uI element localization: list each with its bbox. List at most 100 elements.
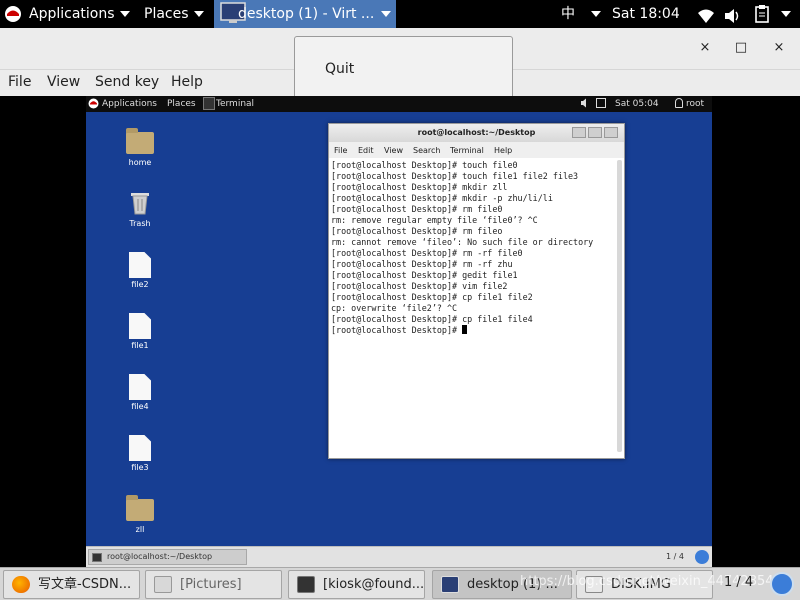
terminal-prompt: [root@localhost Desktop]# xyxy=(331,325,463,335)
input-method-label: 中 xyxy=(561,6,575,22)
system-menu-dropdown[interactable] xyxy=(776,0,791,28)
host-applications-label: Applications xyxy=(29,6,115,22)
terminal-icon xyxy=(297,576,315,593)
terminal-line: [root@localhost Desktop]# rm fileo xyxy=(331,226,503,236)
desktop-icon-label: file3 xyxy=(131,463,149,472)
desktop-icon-zll[interactable]: zll xyxy=(110,491,170,537)
terminal-window-buttons xyxy=(572,127,620,138)
menu-send-key[interactable]: Send key xyxy=(95,74,159,90)
terminal-prompt-line: [root@localhost Desktop]# xyxy=(331,325,614,336)
terminal-icon xyxy=(203,97,215,110)
desktop-icon-file4[interactable]: file4 xyxy=(110,368,170,414)
host-active-task-label: desktop (1) - Virt ... xyxy=(238,6,375,22)
minimize-button[interactable]: × xyxy=(698,40,712,55)
terminal-menu-view[interactable]: View xyxy=(384,146,403,155)
host-workspace-indicator[interactable]: 1 / 4 xyxy=(724,575,753,590)
guest-clock[interactable]: Sat 05:04 xyxy=(615,99,659,109)
host-places-label: Places xyxy=(144,6,189,22)
terminal-line: [root@localhost Desktop]# cp file1 file4 xyxy=(331,314,533,324)
terminal-menu-file[interactable]: File xyxy=(334,146,347,155)
notification-icon[interactable] xyxy=(695,550,709,564)
desktop-icon-home[interactable]: home xyxy=(110,124,170,170)
terminal-line: [root@localhost Desktop]# rm file0 xyxy=(331,204,503,214)
host-top-panel: Applications Places desktop (1) - Virt .… xyxy=(0,0,800,28)
clipboard-icon[interactable] xyxy=(754,5,770,23)
terminal-menu-help[interactable]: Help xyxy=(494,146,512,155)
guest-terminal-task-button[interactable]: root@localhost:~/Desktop xyxy=(88,549,247,565)
chevron-down-icon xyxy=(119,11,130,17)
terminal-maximize-button[interactable] xyxy=(588,127,602,138)
wifi-icon[interactable] xyxy=(697,6,715,23)
folder-icon xyxy=(126,495,154,521)
home-folder-icon xyxy=(126,128,154,154)
quit-popup-menu: Quit xyxy=(294,36,513,99)
menu-help[interactable]: Help xyxy=(171,74,203,90)
terminal-menu-terminal[interactable]: Terminal xyxy=(450,146,484,155)
file-icon xyxy=(129,435,151,461)
input-method-dropdown[interactable] xyxy=(586,0,601,28)
terminal-scrollbar[interactable] xyxy=(617,160,622,452)
guest-places-menu[interactable]: Places xyxy=(167,99,196,109)
terminal-menu-search[interactable]: Search xyxy=(413,146,440,155)
terminal-title: root@localhost:~/Desktop xyxy=(417,128,536,137)
terminal-line: [root@localhost Desktop]# touch file0 xyxy=(331,160,518,170)
desktop-icon-file3[interactable]: file3 xyxy=(110,429,170,475)
terminal-line: [root@localhost Desktop]# cp file1 file2 xyxy=(331,292,533,302)
desktop-icon-file2[interactable]: file2 xyxy=(110,246,170,292)
guest-user-menu[interactable]: root xyxy=(686,99,704,109)
input-method-indicator[interactable]: 中 xyxy=(561,0,575,28)
volume-icon[interactable] xyxy=(580,98,590,111)
host-places-menu[interactable]: Places xyxy=(144,0,204,28)
desktop-icon-label: zll xyxy=(135,525,145,534)
volume-icon[interactable] xyxy=(724,6,742,23)
close-button[interactable]: × xyxy=(772,40,786,55)
terminal-line: [root@localhost Desktop]# rm -rf file0 xyxy=(331,248,523,258)
guest-display[interactable]: Applications Places Terminal Sat 05:04 r… xyxy=(86,96,712,567)
desktop-icon-trash[interactable]: Trash xyxy=(110,185,170,231)
terminal-output[interactable]: [root@localhost Desktop]# touch file0 [ro… xyxy=(331,160,614,455)
file-icon xyxy=(129,313,151,339)
terminal-line: [root@localhost Desktop]# mkdir zll xyxy=(331,182,508,192)
quit-menu-item[interactable]: Quit xyxy=(325,61,354,77)
menu-file[interactable]: File xyxy=(8,74,31,90)
host-applications-menu[interactable]: Applications xyxy=(29,0,130,28)
desktop-icon-file1[interactable]: file1 xyxy=(110,307,170,353)
menu-view[interactable]: View xyxy=(47,74,80,90)
host-active-task-button[interactable]: desktop (1) - Virt ... xyxy=(214,0,396,28)
terminal-line: [root@localhost Desktop]# mkdir -p zhu/l… xyxy=(331,193,553,203)
terminal-window[interactable]: root@localhost:~/Desktop File Edit View … xyxy=(328,123,625,459)
terminal-titlebar[interactable]: root@localhost:~/Desktop xyxy=(329,124,624,142)
trash-icon xyxy=(130,190,150,217)
maximize-button[interactable]: □ xyxy=(734,40,748,55)
terminal-line: rm: remove regular empty file ‘file0’? ^… xyxy=(331,215,538,225)
user-icon xyxy=(675,98,683,108)
terminal-menu-edit[interactable]: Edit xyxy=(358,146,374,155)
desktop-icon-label: home xyxy=(128,158,152,167)
notification-icon[interactable] xyxy=(770,572,794,596)
host-clock[interactable]: Sat 18:04 xyxy=(612,0,680,28)
guest-applications-menu[interactable]: Applications xyxy=(102,99,157,109)
terminal-menubar: File Edit View Search Terminal Help xyxy=(329,142,624,158)
taskbar-item-pictures[interactable]: [Pictures] xyxy=(145,570,282,599)
desktop-icon-label: file1 xyxy=(131,341,149,350)
folder-icon xyxy=(154,576,172,593)
guest-task-label: root@localhost:~/Desktop xyxy=(107,552,213,561)
taskbar-item-label: [Pictures] xyxy=(180,577,242,592)
terminal-close-button[interactable] xyxy=(604,127,618,138)
host-taskbar: 写文章-CSDN... [Pictures] [kiosk@found... d… xyxy=(0,567,800,600)
chevron-down-icon xyxy=(781,11,791,17)
guest-bottom-panel: root@localhost:~/Desktop 1 / 4 xyxy=(86,546,712,567)
terminal-line: [root@localhost Desktop]# rm -rf zhu xyxy=(331,259,513,269)
network-icon[interactable] xyxy=(596,98,606,108)
guest-workspace-indicator[interactable]: 1 / 4 xyxy=(666,552,684,561)
guest-terminal-task[interactable]: Terminal xyxy=(216,99,254,109)
terminal-minimize-button[interactable] xyxy=(572,127,586,138)
redhat-logo-icon xyxy=(4,5,22,23)
file-icon xyxy=(129,374,151,400)
taskbar-item-terminal[interactable]: [kiosk@found... xyxy=(288,570,425,599)
chevron-down-icon xyxy=(193,11,204,17)
taskbar-item-label: 写文章-CSDN... xyxy=(38,577,132,592)
terminal-line: cp: overwrite ‘file2’? ^C xyxy=(331,303,458,313)
terminal-line: rm: cannot remove ‘fileo’: No such file … xyxy=(331,237,594,247)
taskbar-item-firefox[interactable]: 写文章-CSDN... xyxy=(3,570,140,599)
